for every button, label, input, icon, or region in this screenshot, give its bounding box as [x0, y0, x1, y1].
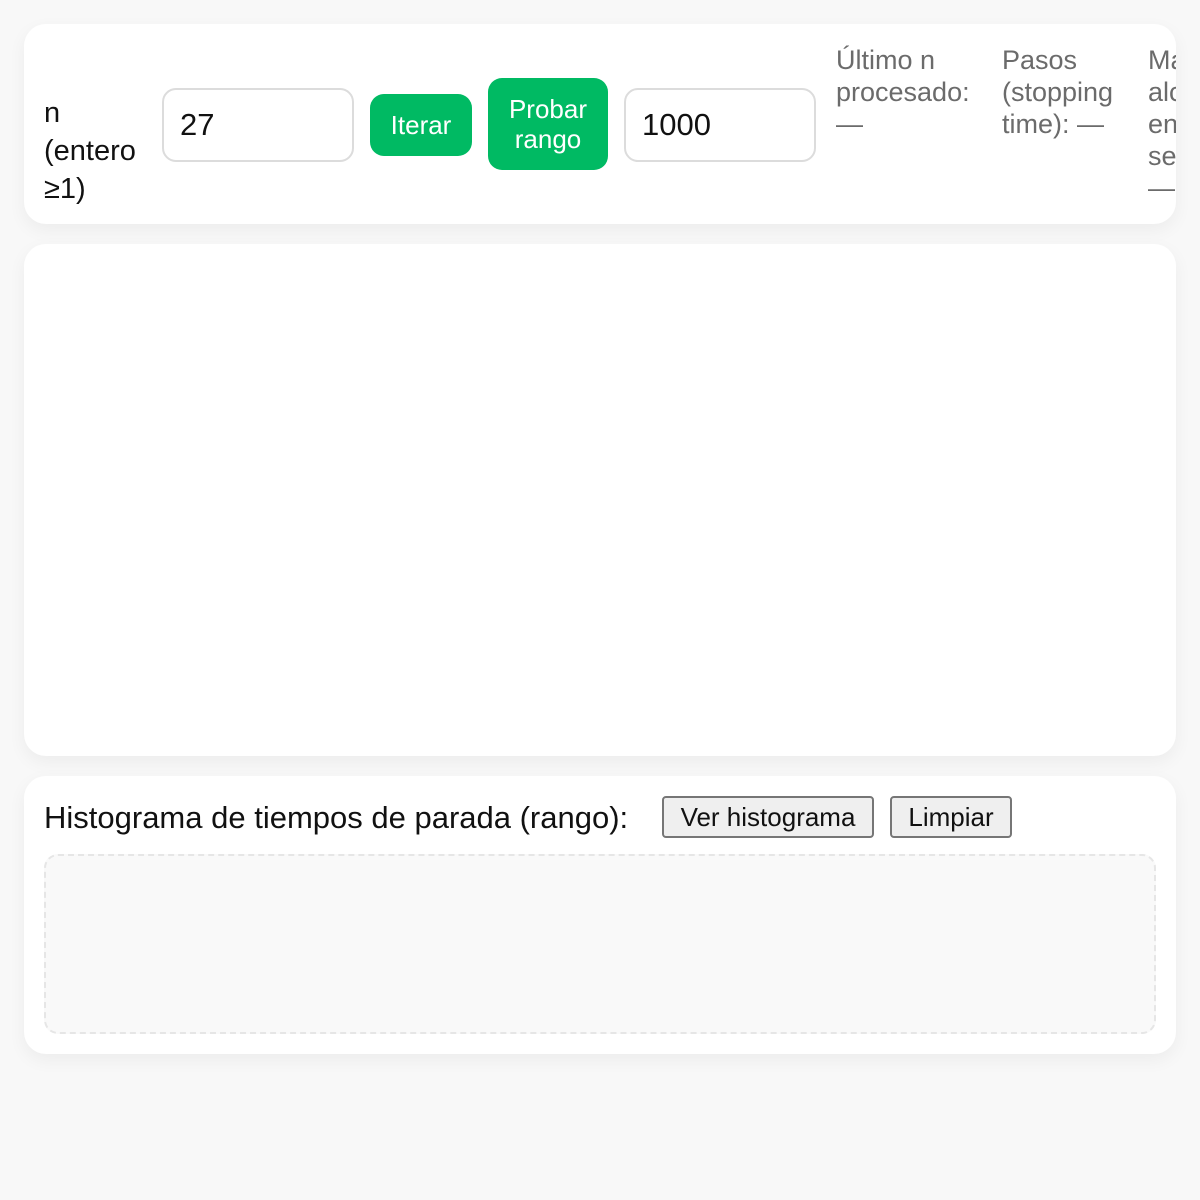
histogram-title: Histograma de tiempos de parada (rango): — [44, 800, 629, 835]
steps-stat: Pasos (stopping time): — — [1002, 45, 1114, 139]
last-n-stat: Último n procesado: — — [836, 45, 970, 139]
iterate-button[interactable]: Iterar — [370, 94, 472, 156]
test-range-button[interactable]: Probar rango — [488, 78, 608, 170]
n-input-label: n (entero ≥1) — [44, 97, 136, 205]
range-limit-input[interactable] — [624, 88, 816, 162]
clear-button[interactable]: Limpiar — [890, 796, 1012, 838]
controls-panel: n (entero ≥1) Iterar Probar rango Último… — [24, 24, 1176, 224]
histogram-display-area — [44, 854, 1156, 1034]
n-input[interactable] — [162, 88, 354, 162]
histogram-panel: Histograma de tiempos de parada (rango):… — [24, 776, 1176, 1054]
sequence-plot-area — [24, 244, 1176, 756]
max-reached-stat: Máx alcanzado en secuencia: — — [1148, 45, 1176, 203]
view-histogram-button[interactable]: Ver histograma — [662, 796, 874, 838]
